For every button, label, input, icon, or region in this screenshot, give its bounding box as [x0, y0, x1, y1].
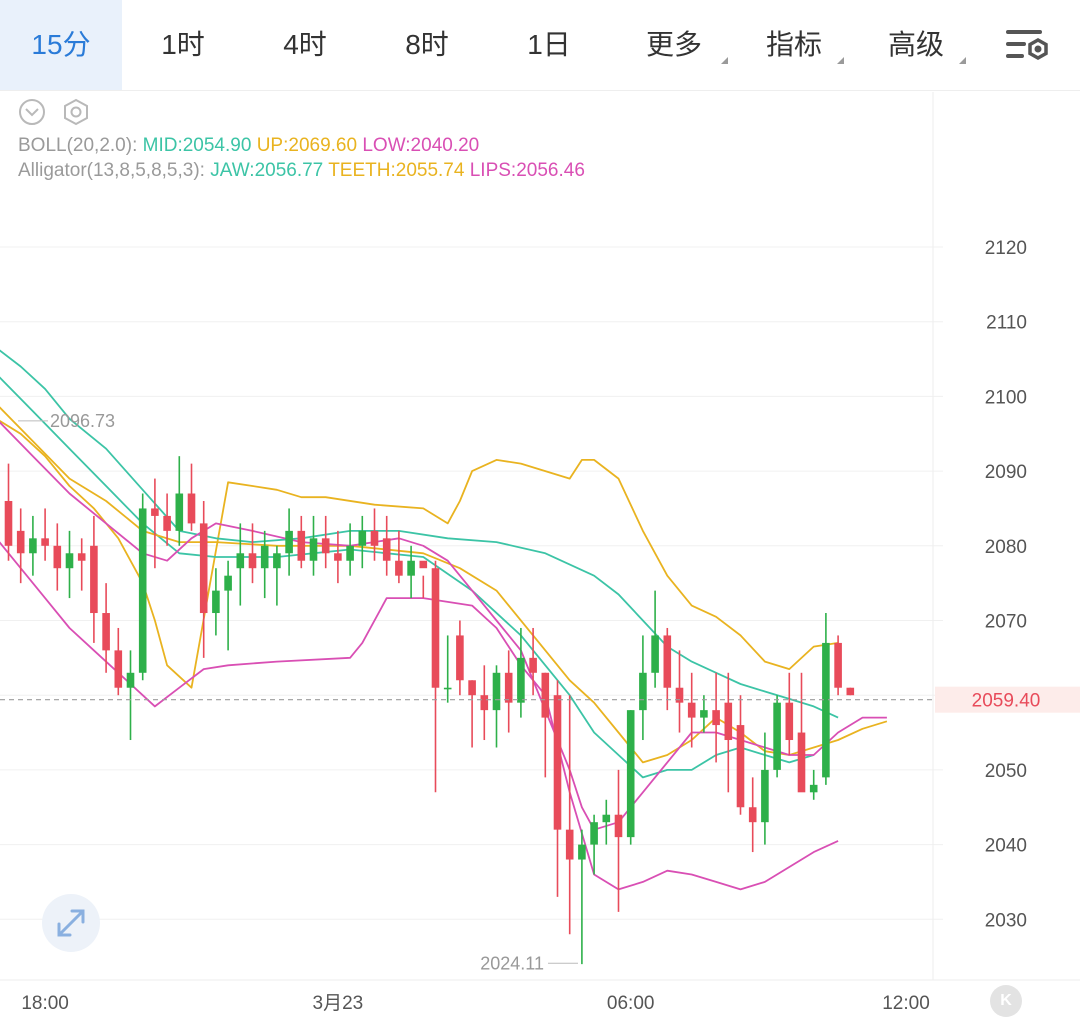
candle-body	[16, 530, 25, 554]
y-tick-label: 2110	[986, 313, 1027, 334]
candle-body	[126, 672, 135, 688]
candle-body	[578, 844, 586, 860]
x-tick-label: 06:00	[607, 993, 655, 1014]
expand-arrows-icon[interactable]	[42, 894, 100, 952]
candle-body	[553, 695, 562, 830]
candle-body	[407, 560, 415, 576]
candlestick-chart[interactable]: 2030204020502060207020802090210021102120…	[0, 0, 1080, 1023]
k-button[interactable]: K	[990, 985, 1022, 1017]
candle-body	[199, 523, 208, 614]
candle-body	[187, 493, 196, 524]
alligator-teeth-line	[0, 406, 888, 764]
y-tick-label: 2050	[985, 761, 1027, 782]
candle-body	[639, 672, 647, 711]
candle-body	[687, 702, 696, 718]
candle-body	[700, 710, 708, 718]
candle-body	[53, 545, 62, 569]
candle-body	[212, 590, 220, 614]
candle-body	[309, 538, 318, 561]
y-tick-label: 2120	[985, 238, 1027, 259]
y-tick-label: 2070	[985, 612, 1027, 633]
candle-body	[846, 687, 855, 696]
x-tick-label: 12:00	[882, 993, 930, 1014]
y-tick-label: 2100	[985, 387, 1027, 408]
candle-body	[724, 702, 733, 741]
candle-body	[29, 538, 37, 554]
candle-body	[4, 500, 13, 546]
candle-body	[773, 702, 781, 770]
low-annotation: 2024.11	[480, 953, 544, 973]
candle-body	[382, 538, 391, 561]
candle-body	[334, 553, 342, 561]
candle-body	[675, 687, 684, 703]
alligator-lips-line	[0, 421, 887, 831]
candle-body	[138, 508, 147, 673]
candle-body	[748, 807, 757, 823]
candle-body	[590, 822, 598, 845]
candle-body	[456, 635, 464, 681]
candle-body	[346, 545, 354, 561]
candle-body	[236, 553, 245, 569]
candle-body	[163, 515, 171, 531]
candle-body	[663, 635, 672, 688]
candle-body	[358, 530, 367, 546]
candle-body	[273, 553, 281, 569]
candle-body	[224, 575, 232, 591]
candle-body	[431, 568, 440, 688]
candle-body	[90, 545, 98, 614]
candle-body	[260, 545, 269, 569]
candle-body	[492, 672, 501, 711]
candle-body	[102, 613, 110, 651]
candle-body	[529, 657, 537, 673]
candle-body	[419, 560, 428, 569]
candle-body	[41, 538, 49, 546]
candle-body	[395, 560, 403, 576]
candle-body	[834, 642, 842, 688]
candle-body	[370, 530, 379, 546]
candle-body	[175, 493, 184, 531]
candle-body	[712, 710, 720, 726]
candle-body	[480, 695, 489, 711]
candle-body	[785, 702, 794, 741]
candle-body	[761, 769, 769, 823]
candle-body	[822, 642, 830, 778]
candle-body	[517, 657, 525, 703]
current-price-label: 2059.40	[972, 691, 1041, 712]
candle-body	[468, 680, 476, 696]
candle-body	[65, 553, 74, 569]
candle-body	[321, 538, 330, 554]
boll-mid-line	[0, 349, 839, 719]
candle-body	[736, 725, 745, 808]
candle-body	[614, 814, 623, 838]
candle-body	[114, 650, 123, 688]
candle-body	[797, 732, 806, 793]
candle-body	[565, 829, 574, 860]
candle-body	[541, 672, 550, 718]
candle-body	[248, 553, 257, 569]
y-tick-label: 2090	[985, 462, 1027, 483]
candle-body	[626, 710, 635, 838]
y-tick-label: 2080	[985, 537, 1027, 558]
candle-body	[809, 784, 818, 793]
candle-body	[504, 672, 513, 703]
x-tick-label: 3月23	[313, 993, 364, 1014]
x-tick-label: 18:00	[21, 993, 69, 1014]
y-tick-label: 2040	[985, 836, 1027, 857]
candle-body	[151, 508, 159, 516]
candle-body	[602, 814, 611, 823]
candle-body	[297, 530, 306, 561]
candle-body	[285, 530, 293, 554]
candle-body	[77, 553, 86, 561]
high-annotation: 2096.73	[50, 411, 115, 431]
y-tick-label: 2030	[985, 910, 1027, 931]
candle-body	[443, 687, 452, 690]
candle-body	[651, 635, 659, 673]
